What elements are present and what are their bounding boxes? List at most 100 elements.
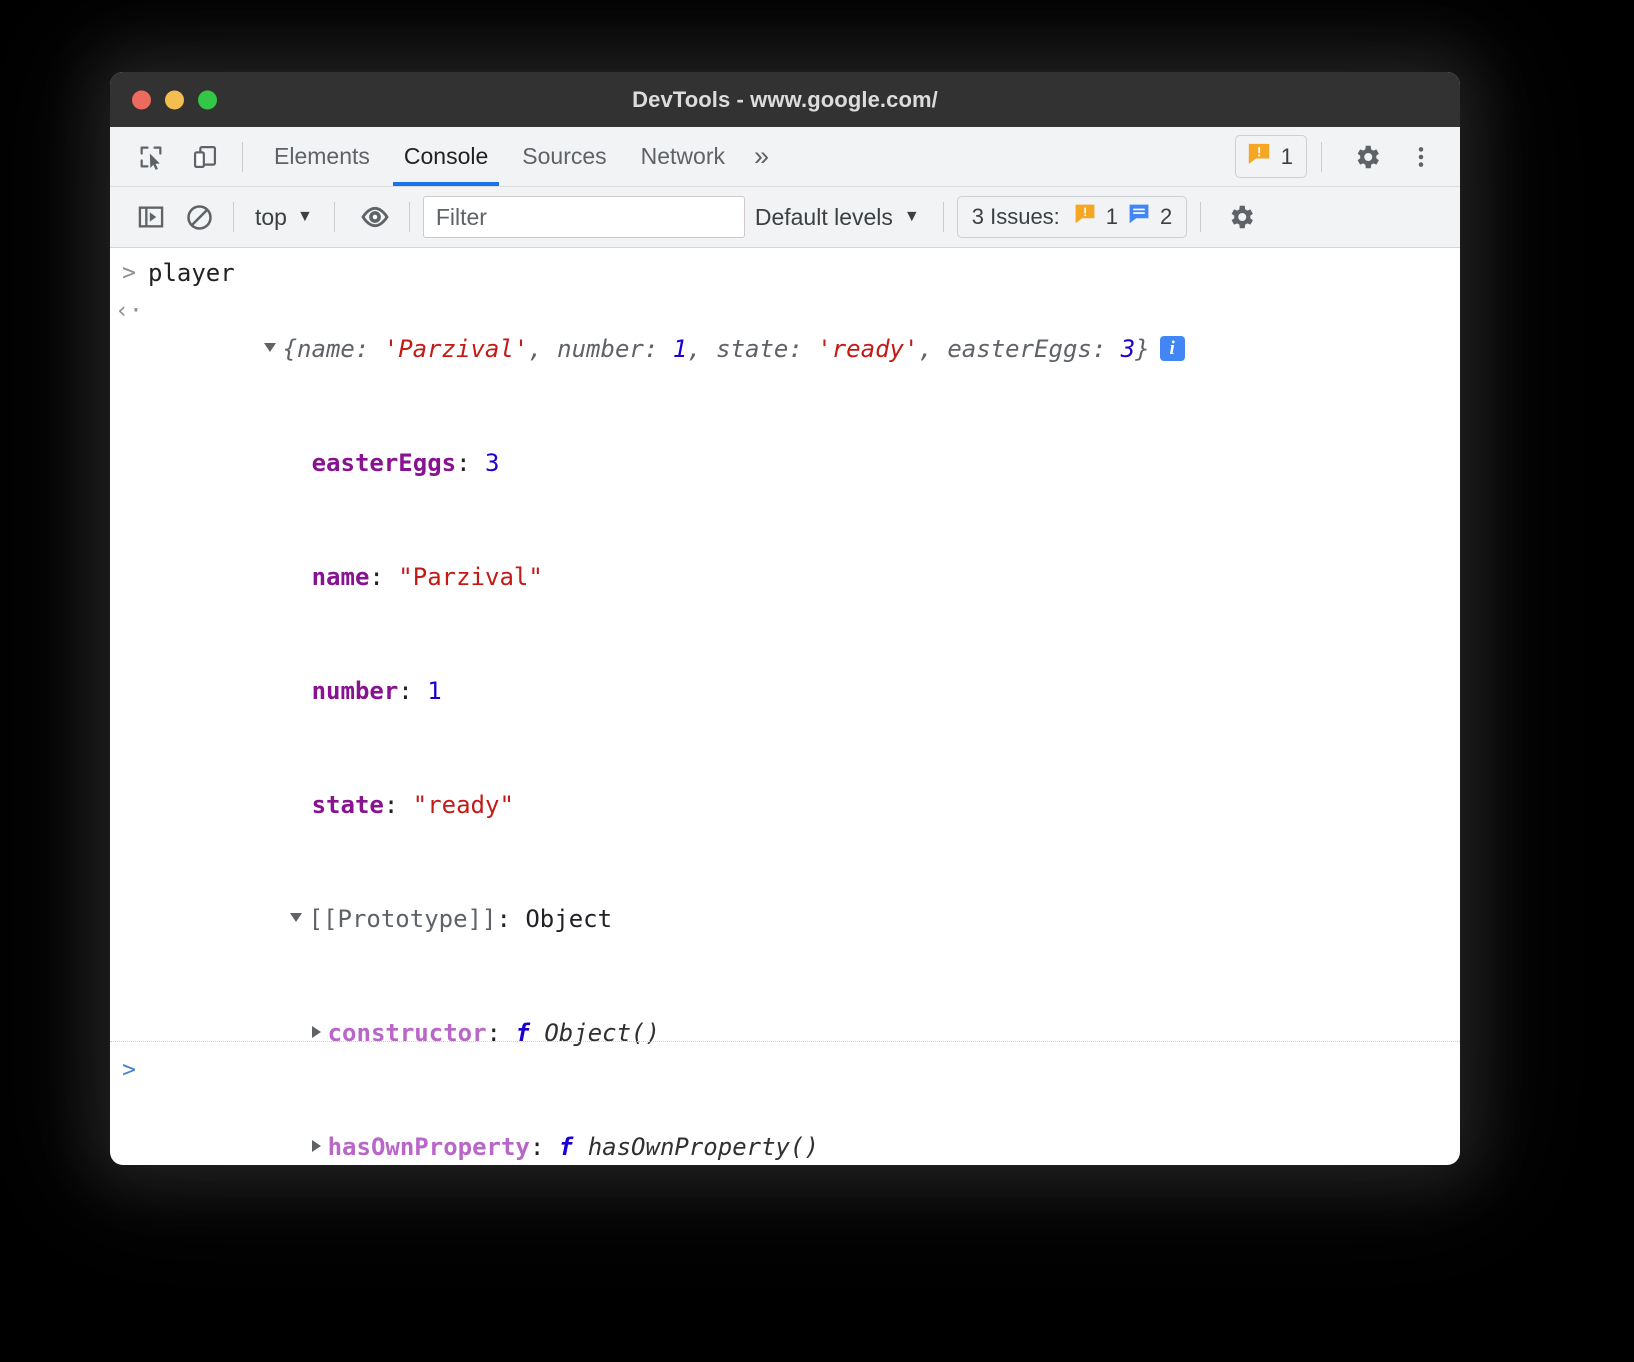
log-levels-label: Default levels — [755, 204, 893, 231]
expand-prototype-triangle-icon[interactable] — [290, 913, 302, 922]
preview-key-0: name — [297, 335, 355, 363]
execution-context-selector[interactable]: top ▼ — [247, 201, 321, 234]
filter-input[interactable] — [423, 196, 745, 238]
tab-elements[interactable]: Elements — [257, 127, 387, 186]
property-key-name[interactable]: name — [312, 563, 370, 591]
console-toolbar-divider-3 — [409, 202, 410, 232]
info-badge-icon[interactable]: i — [1160, 336, 1185, 361]
preview-sep-2: : — [788, 335, 817, 363]
tab-network[interactable]: Network — [624, 127, 742, 186]
tab-console-label: Console — [404, 143, 488, 170]
chevron-down-icon: ▼ — [297, 209, 313, 225]
console-prompt-row[interactable]: > — [110, 1053, 1460, 1087]
prototype-label: [[Prototype]] — [309, 905, 497, 933]
preview-brace-open: { — [283, 335, 297, 363]
prototype-member-row[interactable]: hasOwnProperty: f hasOwnProperty() — [110, 1090, 1460, 1165]
tabbar-divider — [242, 142, 243, 172]
traffic-light-group — [132, 90, 217, 109]
issues-warning-count: 1 — [1106, 204, 1118, 230]
output-prompt-icon: ‹· — [110, 292, 148, 330]
preview-key-2: state — [716, 335, 788, 363]
preview-key-1: number — [557, 335, 644, 363]
console-prompt-divider — [110, 1041, 1460, 1042]
input-prompt-icon: > — [110, 254, 148, 292]
warning-icon — [1073, 202, 1097, 232]
expand-object-triangle-icon[interactable] — [264, 343, 276, 352]
device-toolbar-icon[interactable] — [182, 134, 228, 180]
console-result-row: ‹· {name: 'Parzival', number: 1, state: … — [110, 292, 1460, 406]
tab-elements-label: Elements — [274, 143, 370, 170]
console-input-text: player — [148, 254, 235, 292]
expand-member-triangle-icon[interactable] — [312, 1140, 321, 1152]
tabbar-right-group: 1 — [1235, 134, 1460, 180]
member-key-constructor[interactable]: constructor — [328, 1019, 487, 1047]
console-prompt-chevron-icon: > — [110, 1057, 148, 1083]
inspect-element-icon[interactable] — [128, 134, 174, 180]
execution-context-label: top — [255, 204, 287, 231]
preview-sep-3: : — [1092, 335, 1121, 363]
console-sidebar-icon[interactable] — [130, 196, 172, 238]
tab-network-label: Network — [641, 143, 725, 170]
preview-key-3: easterEggs — [947, 335, 1092, 363]
preview-value-0: 'Parzival' — [384, 335, 529, 363]
member-fn-hasOwnProperty: hasOwnProperty() — [588, 1133, 819, 1161]
console-toolbar-divider-4 — [943, 202, 944, 232]
preview-brace-close: } — [1135, 335, 1149, 363]
issues-label: 3 Issues: — [972, 204, 1060, 230]
console-toolbar: top ▼ Default levels ▼ 3 Issues: — [110, 187, 1460, 248]
preview-sep-0: : — [355, 335, 384, 363]
object-property-row[interactable]: easterEggs: 3 — [110, 406, 1460, 520]
window-titlebar: DevTools - www.google.com/ — [110, 72, 1460, 127]
console-toolbar-divider-1 — [233, 202, 234, 232]
kebab-menu-icon[interactable] — [1398, 134, 1444, 180]
issues-info-count: 2 — [1160, 204, 1172, 230]
tab-console[interactable]: Console — [387, 127, 505, 186]
object-preview[interactable]: {name: 'Parzival', number: 1, state: 're… — [148, 292, 1185, 406]
console-toolbar-divider-2 — [334, 202, 335, 232]
member-key-hasOwnProperty[interactable]: hasOwnProperty — [328, 1133, 530, 1161]
warning-count-chip[interactable]: 1 — [1235, 135, 1307, 178]
object-property-row[interactable]: number: 1 — [110, 634, 1460, 748]
property-key-number[interactable]: number — [312, 677, 399, 705]
console-settings-icon[interactable] — [1220, 196, 1262, 238]
preview-value-2: 'ready' — [817, 335, 918, 363]
object-property-row[interactable]: state: "ready" — [110, 748, 1460, 862]
object-property-row[interactable]: name: "Parzival" — [110, 520, 1460, 634]
close-window-button[interactable] — [132, 90, 151, 109]
window-title: DevTools - www.google.com/ — [632, 87, 938, 113]
console-toolbar-divider-5 — [1200, 202, 1201, 232]
property-key-state[interactable]: state — [312, 791, 384, 819]
tabbar-right-divider — [1321, 142, 1322, 172]
clear-console-icon[interactable] — [178, 196, 220, 238]
console-input-row: > player — [110, 254, 1460, 292]
issues-chip[interactable]: 3 Issues: 1 2 — [957, 196, 1188, 238]
maximize-window-button[interactable] — [198, 90, 217, 109]
console-message-list[interactable]: > player ‹· {name: 'Parzival', number: 1… — [110, 248, 1460, 1105]
devtools-main-tabbar: Elements Console Sources Network » — [110, 127, 1460, 187]
devtools-window: DevTools - www.google.com/ Elements Cons… — [110, 72, 1460, 1165]
warning-icon — [1246, 141, 1272, 172]
property-value-name: "Parzival" — [398, 563, 543, 591]
chevron-down-icon: ▼ — [904, 209, 920, 225]
tab-sources[interactable]: Sources — [505, 127, 623, 186]
prototype-value: Object — [525, 905, 612, 933]
console-prompt-input[interactable] — [148, 1053, 1460, 1087]
gear-icon[interactable] — [1344, 134, 1390, 180]
property-value-easterEggs: 3 — [485, 449, 499, 477]
tab-sources-label: Sources — [522, 143, 606, 170]
more-tabs-chevron-icon[interactable]: » — [742, 127, 781, 186]
minimize-window-button[interactable] — [165, 90, 184, 109]
preview-sep-1: : — [644, 335, 673, 363]
property-value-number: 1 — [427, 677, 441, 705]
expand-member-triangle-icon[interactable] — [312, 1026, 321, 1038]
prototype-header-row[interactable]: [[Prototype]]: Object — [110, 862, 1460, 976]
property-key-easterEggs[interactable]: easterEggs — [312, 449, 457, 477]
live-expression-icon[interactable] — [354, 196, 396, 238]
more-tabs-label: » — [754, 141, 769, 172]
preview-value-3: 3 — [1121, 335, 1135, 363]
warning-count: 1 — [1281, 144, 1293, 170]
info-icon — [1127, 202, 1151, 232]
log-levels-selector[interactable]: Default levels ▼ — [745, 201, 930, 234]
preview-value-1: 1 — [673, 335, 687, 363]
member-fn-constructor: Object() — [544, 1019, 660, 1047]
